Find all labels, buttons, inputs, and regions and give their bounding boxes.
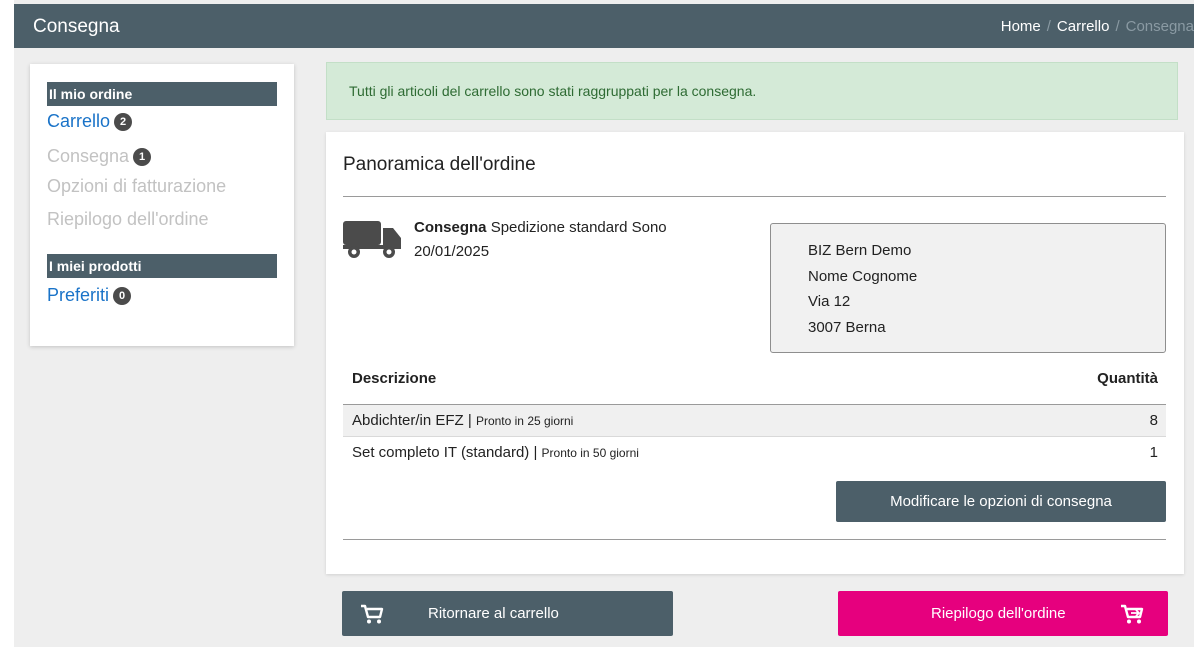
page: Consegna Home / Carrello / Consegna Il mio o… <box>0 0 1194 647</box>
item-quantity: 1 <box>1149 444 1158 461</box>
divider <box>343 196 1166 197</box>
order-summary-label: Riepilogo dell'ordine <box>931 605 1066 622</box>
item-description: Set completo IT (standard) | Pronto in 5… <box>352 437 639 469</box>
address-street: Via 12 <box>808 293 851 310</box>
item-ready-note: Pronto in 50 giorni <box>541 446 639 460</box>
order-overview-panel: Panoramica dell'ordine Consegna Spedizio… <box>326 132 1184 574</box>
table-row: Set completo IT (standard) | Pronto in 5… <box>343 437 1166 468</box>
table-header: Descrizione Quantità <box>343 370 1166 405</box>
column-quantity: Quantità <box>1097 370 1158 387</box>
address-company: BIZ Bern Demo <box>808 242 912 259</box>
sidebar-item-favorites[interactable]: Preferiti 0 <box>47 285 132 306</box>
top-bar: Consegna Home / Carrello / Consegna <box>14 4 1194 48</box>
delivery-address: BIZ Bern Demo Nome Cognome Via 12 3007 B… <box>770 223 1166 353</box>
cart-icon <box>361 604 384 624</box>
modify-delivery-options-button[interactable]: Modificare le opzioni di consegna <box>836 481 1166 522</box>
delivery-text: Consegna Spedizione standard Sono 20/01/… <box>414 216 714 264</box>
breadcrumb-current: Consegna <box>1125 18 1194 35</box>
back-to-cart-label: Ritornare al carrello <box>428 605 559 622</box>
breadcrumb-home[interactable]: Home <box>1001 18 1041 35</box>
delivery-count-badge: 1 <box>133 148 152 167</box>
delivery-method: Spedizione standard Sono <box>490 219 667 236</box>
item-description: Abdichter/in EFZ | Pronto in 25 giorni <box>352 405 573 437</box>
item-name: Abdichter/in EFZ | <box>352 412 472 429</box>
sidebar-item-order-summary: Riepilogo dell'ordine <box>47 209 209 229</box>
sidebar-item-delivery: Consegna 1 <box>47 146 152 167</box>
column-description: Descrizione <box>352 370 437 387</box>
item-quantity: 8 <box>1149 412 1158 429</box>
breadcrumb-separator: / <box>1115 18 1120 35</box>
sidebar-item-cart[interactable]: Carrello 2 <box>47 111 133 132</box>
breadcrumb: Home / Carrello / Consegna <box>1001 18 1194 35</box>
sidebar-item-billing-options: Opzioni di fatturazione <box>47 176 227 196</box>
sidebar-item-label: Carrello <box>47 111 111 131</box>
breadcrumb-cart[interactable]: Carrello <box>1057 18 1110 35</box>
back-to-cart-button[interactable]: Ritornare al carrello <box>342 591 673 636</box>
delivery-label: Consegna <box>414 219 487 236</box>
order-overview-title: Panoramica dell'ordine <box>343 154 536 175</box>
cart-next-icon <box>1121 604 1144 624</box>
sidebar-item-label: Preferiti <box>47 285 110 305</box>
item-name: Set completo IT (standard) | <box>352 444 538 461</box>
address-name: Nome Cognome <box>808 267 918 285</box>
sidebar-section-my-order: Il mio ordine <box>47 82 277 106</box>
success-alert: Tutti gli articoli del carrello sono sta… <box>326 62 1178 120</box>
sidebar-item-label: Consegna <box>47 146 130 166</box>
item-ready-note: Pronto in 25 giorni <box>475 414 574 428</box>
page-title: Consegna <box>33 16 120 37</box>
sidebar-section-my-products: I miei prodotti <box>47 254 277 278</box>
divider <box>343 539 1166 540</box>
order-items-table: Descrizione Quantità Abdichter/in EFZ | … <box>343 370 1166 468</box>
order-summary-button[interactable]: Riepilogo dell'ordine <box>838 591 1168 636</box>
address-city: 3007 Berna <box>808 318 886 336</box>
delivery-date: 20/01/2025 <box>414 243 490 260</box>
cart-count-badge: 2 <box>114 113 133 132</box>
table-row: Abdichter/in EFZ | Pronto in 25 giorni 8 <box>343 405 1166 437</box>
breadcrumb-separator: / <box>1046 18 1051 35</box>
favorites-count-badge: 0 <box>113 287 132 306</box>
delivery-truck-icon <box>343 221 401 258</box>
sidebar: Il mio ordine Carrello 2 Consegna 1 Opzion… <box>30 64 294 346</box>
